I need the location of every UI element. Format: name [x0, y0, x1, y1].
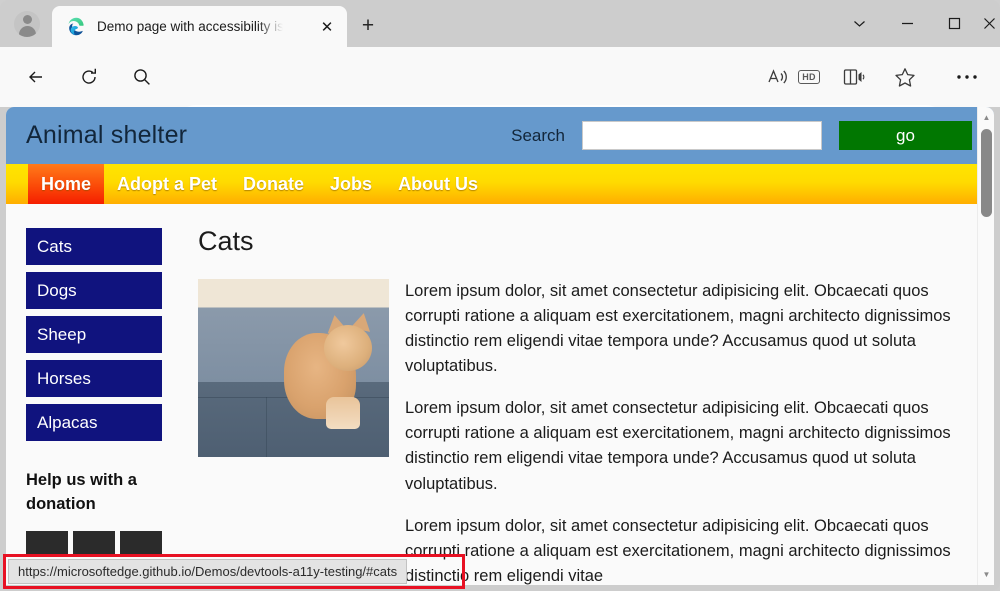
nav-item-donate[interactable]: Donate — [230, 164, 317, 204]
minimize-button[interactable] — [884, 0, 930, 47]
edge-logo-icon — [68, 17, 84, 36]
avatar-icon — [14, 11, 40, 37]
page-scrollbar[interactable]: ▲ ▼ — [977, 107, 994, 585]
donation-heading: Help us with a donation — [26, 471, 137, 513]
star-icon[interactable] — [889, 61, 921, 93]
window-close-button[interactable] — [978, 0, 1000, 47]
paragraph: Lorem ipsum dolor, sit amet consectetur … — [405, 399, 951, 493]
nav-item-home[interactable]: Home — [28, 164, 105, 204]
hd-label: HD — [798, 70, 820, 84]
tab-title: Demo page with accessibility issu — [97, 19, 283, 34]
new-tab-button[interactable]: + — [355, 13, 381, 39]
search-icon[interactable] — [124, 59, 160, 95]
search-input[interactable] — [582, 121, 822, 150]
sidebar-item-horses[interactable]: Horses — [26, 360, 162, 397]
close-icon[interactable]: ✕ — [317, 17, 337, 37]
page-content: Cats Lorem ipsum dolor, sit amet consect — [188, 204, 994, 585]
article-paragraphs: Lorem ipsum dolor, sit amet consectetur … — [405, 279, 966, 585]
paragraph: Lorem ipsum dolor, sit amet consectetur … — [405, 516, 951, 585]
page-sidebar: Cats Dogs Sheep Horses Alpacas Help us w… — [6, 204, 188, 585]
back-button[interactable] — [18, 59, 54, 95]
sidebar-item-dogs[interactable]: Dogs — [26, 272, 162, 309]
title-bar: Demo page with accessibility issu ✕ + — [0, 0, 1000, 47]
site-title: Animal shelter — [26, 121, 188, 149]
browser-toolbar: microsoftedge.github.io/Demos/devtools-a… — [0, 47, 1000, 145]
photo-detail — [324, 325, 372, 371]
search-label: Search — [511, 125, 565, 145]
page-title: Cats — [198, 226, 254, 256]
web-page-viewport: Animal shelter Search go Home Adopt a Pe… — [6, 107, 994, 585]
profile-button[interactable] — [8, 6, 46, 42]
nav-item-jobs[interactable]: Jobs — [317, 164, 385, 204]
search-area: Search go — [511, 121, 972, 150]
immersive-reader-icon[interactable] — [839, 61, 871, 93]
hd-badge-icon[interactable]: HD — [793, 61, 825, 93]
donation-button[interactable] — [26, 530, 68, 557]
nav-item-about-us[interactable]: About Us — [385, 164, 491, 204]
photo-detail — [266, 397, 267, 457]
article-row: Lorem ipsum dolor, sit amet consectetur … — [198, 279, 966, 585]
photo-detail — [326, 397, 360, 429]
donation-button[interactable] — [73, 530, 115, 557]
read-aloud-icon[interactable] — [762, 61, 794, 93]
browser-window: Demo page with accessibility issu ✕ + HD… — [0, 0, 1000, 591]
photo-detail — [205, 360, 292, 388]
donation-button[interactable] — [120, 530, 162, 557]
status-bar-url: https://microsoftedge.github.io/Demos/de… — [8, 559, 408, 584]
go-button[interactable]: go — [839, 121, 972, 150]
page-banner: Animal shelter Search go — [6, 107, 994, 164]
sidebar-item-cats[interactable]: Cats — [26, 228, 162, 265]
page-navigation: Home Adopt a Pet Donate Jobs About Us — [6, 164, 994, 204]
sidebar-item-alpacas[interactable]: Alpacas — [26, 404, 162, 441]
ellipsis-icon[interactable] — [951, 61, 983, 93]
ginger-cat-photo — [198, 279, 389, 457]
browser-tab[interactable]: Demo page with accessibility issu ✕ — [52, 6, 347, 47]
maximize-button[interactable] — [931, 0, 977, 47]
donation-buttons — [26, 530, 188, 557]
tab-actions-chevron-down-icon[interactable] — [836, 0, 882, 47]
nav-item-adopt-a-pet[interactable]: Adopt a Pet — [104, 164, 230, 204]
scrollbar-thumb[interactable] — [981, 129, 992, 217]
scroll-up-icon[interactable]: ▲ — [978, 109, 994, 126]
page-body: Cats Dogs Sheep Horses Alpacas Help us w… — [6, 204, 994, 585]
sidebar-item-sheep[interactable]: Sheep — [26, 316, 162, 353]
scroll-down-icon[interactable]: ▼ — [978, 566, 994, 583]
reload-button[interactable] — [71, 59, 107, 95]
paragraph: Lorem ipsum dolor, sit amet consectetur … — [405, 282, 951, 376]
